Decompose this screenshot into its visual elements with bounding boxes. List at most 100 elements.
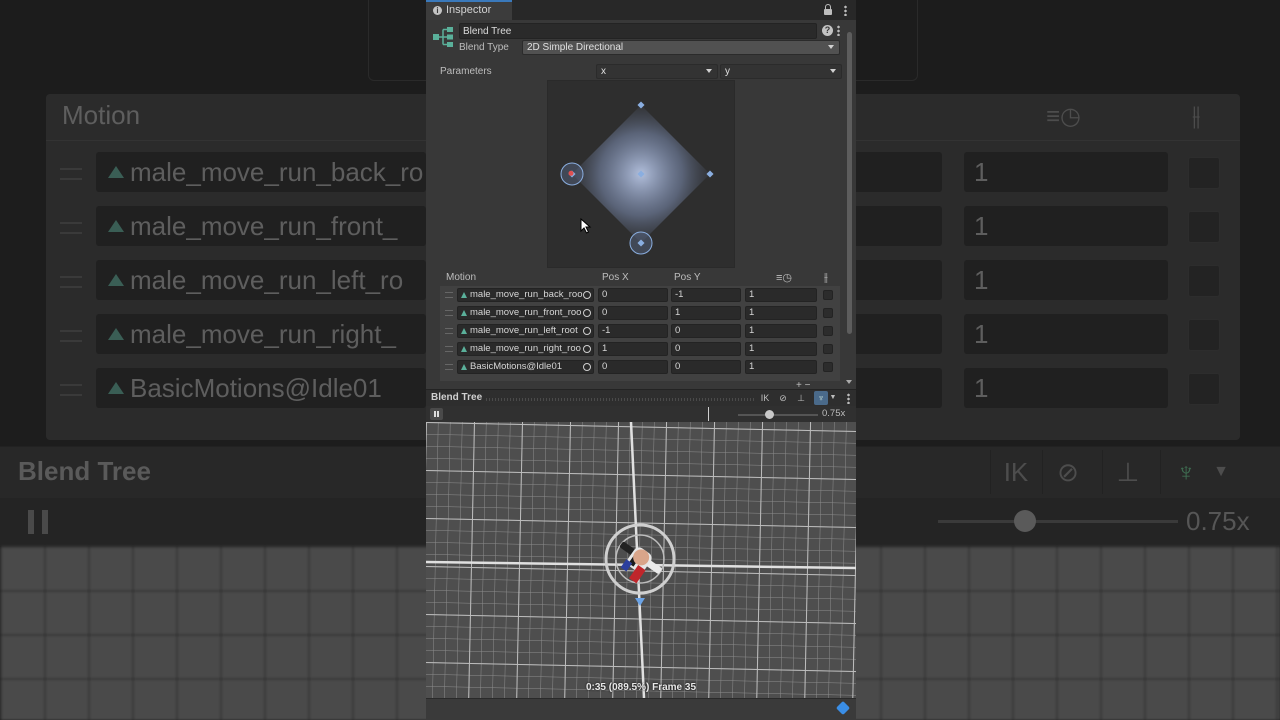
time-scale-field[interactable]: 1 — [745, 324, 817, 338]
blend-space-canvas — [560, 101, 714, 255]
time-scale-field[interactable]: 1 — [745, 360, 817, 374]
motion-clip-name: BasicMotions@Idle01 — [470, 361, 563, 372]
chevron-down-icon — [830, 69, 836, 73]
speed-slider-knob[interactable] — [765, 410, 774, 419]
motion-clip-name: male_move_run_front_roo — [470, 307, 582, 318]
foot-ik-icon[interactable]: ⊘ — [776, 391, 790, 405]
mirror-checkbox[interactable] — [823, 326, 833, 336]
pos-x-field[interactable]: -1 — [598, 324, 668, 338]
background-handle — [60, 168, 82, 180]
mirror-checkbox[interactable] — [823, 308, 833, 318]
pos-x-field[interactable]: 0 — [598, 306, 668, 320]
lock-icon[interactable] — [824, 4, 832, 15]
motion-list: male_move_run_back_roo 0 -1 1 male_move_… — [440, 286, 840, 381]
drag-handle-icon[interactable] — [445, 310, 453, 316]
drag-handle-icon[interactable] — [445, 328, 453, 334]
vertical-scrollbar[interactable] — [847, 32, 852, 334]
background-speed-knob — [1014, 510, 1036, 532]
scroll-down-icon[interactable] — [846, 380, 852, 384]
background-checkbox — [1188, 319, 1220, 351]
background-threshold: 1 — [964, 152, 1168, 192]
mouse-cursor-icon — [580, 218, 592, 234]
drag-handle-icon[interactable] — [445, 364, 453, 370]
object-picker-icon[interactable] — [583, 291, 591, 299]
motion-clip-field[interactable]: male_move_run_left_root — [457, 324, 594, 338]
resize-grip[interactable] — [486, 398, 754, 401]
pos-y-field[interactable]: 1 — [671, 306, 741, 320]
preview-menu-icon[interactable] — [847, 393, 850, 404]
avatar-preview-icon[interactable]: ♆ — [814, 391, 828, 405]
background-ik-button: IK — [990, 450, 1041, 494]
more-options-icon[interactable] — [844, 5, 847, 16]
chevron-down-icon — [828, 45, 834, 49]
pos-y-field[interactable]: 0 — [671, 360, 741, 374]
timeline-cursor[interactable] — [708, 407, 709, 421]
mirror-checkbox[interactable] — [823, 344, 833, 354]
timeline-scrubber[interactable] — [446, 406, 709, 422]
asset-label-icon[interactable] — [835, 700, 851, 716]
background-checkbox — [1188, 265, 1220, 297]
tab-inspector[interactable]: i Inspector — [426, 0, 512, 20]
pos-x-field[interactable]: 0 — [598, 360, 668, 374]
component-menu-icon[interactable] — [837, 25, 840, 36]
background-avatar-icon: ♆ — [1160, 450, 1211, 494]
preview-status-text: 0:35 (089.5%) Frame 35 — [585, 682, 697, 693]
background-threshold: 1 — [964, 206, 1168, 246]
background-mirror-icon: ⫲ — [1192, 100, 1201, 130]
object-picker-icon[interactable] — [583, 345, 591, 353]
motion-table-header: Motion Pos X Pos Y ≡◷ ⫲ — [440, 270, 840, 286]
pos-y-field[interactable]: 0 — [671, 342, 741, 356]
background-checkbox — [1188, 211, 1220, 243]
pos-x-field[interactable]: 1 — [598, 342, 668, 356]
tab-bar: i Inspector — [426, 0, 856, 20]
blend-space-graph[interactable] — [547, 80, 735, 268]
time-scale-field[interactable]: 1 — [745, 288, 817, 302]
background-row: male_move_run_back_ro — [96, 152, 426, 192]
chevron-down-icon — [706, 69, 712, 73]
time-scale-icon: ≡◷ — [776, 272, 793, 284]
mirror-checkbox[interactable] — [823, 362, 833, 372]
blend-tree-name-field[interactable]: Blend Tree — [459, 23, 817, 39]
pos-y-field[interactable]: 0 — [671, 324, 741, 338]
background-handle — [60, 384, 82, 396]
speed-slider[interactable] — [738, 414, 818, 416]
background-motion-title: Motion — [62, 100, 141, 130]
motion-clip-field[interactable]: male_move_run_right_roo — [457, 342, 594, 356]
parameter-y-dropdown[interactable]: y — [720, 64, 842, 79]
blend-type-dropdown[interactable]: 2D Simple Directional — [522, 40, 840, 55]
parameter-x-dropdown[interactable]: x — [596, 64, 718, 79]
background-pause-icon — [28, 510, 48, 534]
time-scale-field[interactable]: 1 — [745, 306, 817, 320]
parameter-x-value: x — [601, 66, 606, 77]
ik-toggle-button[interactable]: IK — [759, 391, 771, 405]
motion-point[interactable] — [706, 170, 714, 178]
mirror-checkbox[interactable] — [823, 290, 833, 300]
background-cell — [854, 260, 942, 300]
pause-button[interactable] — [430, 408, 443, 420]
pos-x-field[interactable]: 0 — [598, 288, 668, 302]
time-scale-field[interactable]: 1 — [745, 342, 817, 356]
background-speed-label: 0.75x — [1186, 506, 1250, 536]
motion-clip-field[interactable]: BasicMotions@Idle01 — [457, 360, 594, 374]
motion-clip-field[interactable]: male_move_run_back_roo — [457, 288, 594, 302]
preview-viewport[interactable]: 0:35 (089.5%) Frame 35 — [426, 422, 856, 698]
pivot-icon[interactable]: ⊥ — [794, 391, 808, 405]
drag-handle-icon[interactable] — [445, 292, 453, 298]
asset-label-bar — [426, 698, 856, 720]
playback-bar: 0.75x — [426, 406, 856, 422]
animation-clip-icon — [461, 364, 467, 370]
background-threshold: 1 — [964, 260, 1168, 300]
current-parameter-marker[interactable] — [568, 170, 574, 176]
object-picker-icon[interactable] — [583, 309, 591, 317]
animation-clip-icon — [461, 310, 467, 316]
help-icon[interactable]: ? — [822, 25, 833, 36]
object-picker-icon[interactable] — [583, 363, 591, 371]
animation-clip-icon — [461, 346, 467, 352]
pos-y-field[interactable]: -1 — [671, 288, 741, 302]
background-pivot-icon: ⊥ — [1102, 450, 1153, 494]
motion-clip-field[interactable]: male_move_run_front_roo — [457, 306, 594, 320]
object-picker-icon[interactable] — [583, 327, 591, 335]
background-speed-slider — [938, 520, 1178, 523]
chevron-down-icon[interactable]: ▼ — [829, 391, 837, 405]
drag-handle-icon[interactable] — [445, 346, 453, 352]
